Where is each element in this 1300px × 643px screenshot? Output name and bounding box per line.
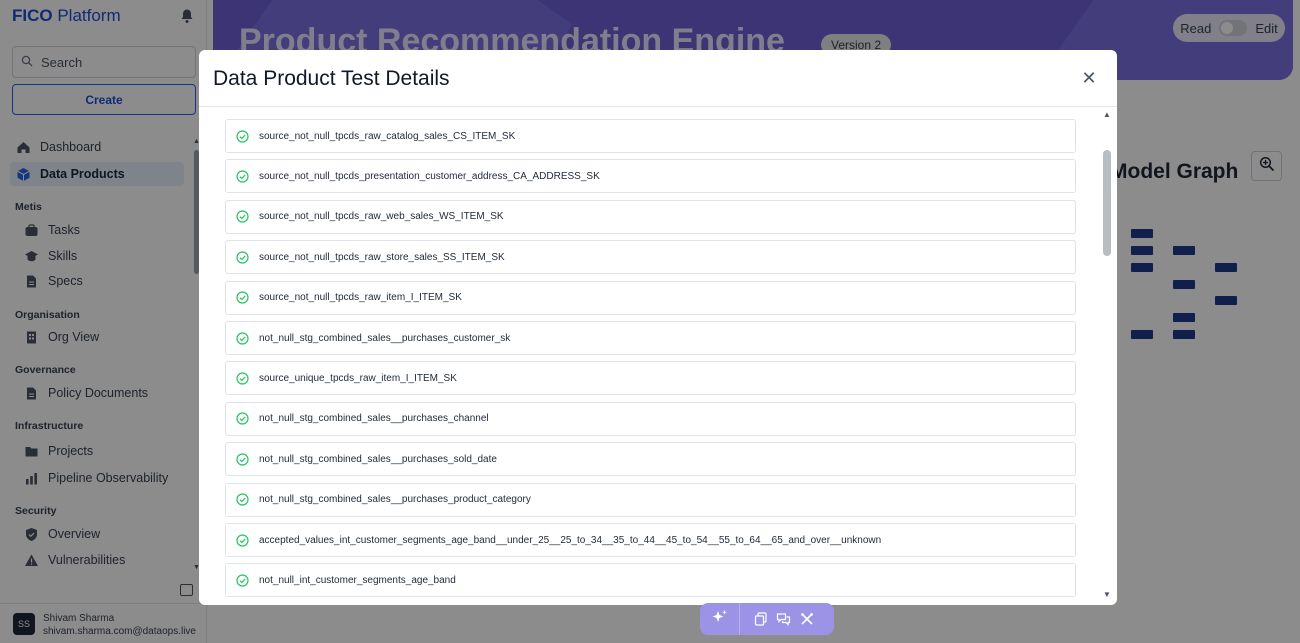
test-row[interactable]: source_not_null_tpcds_raw_web_sales_WS_I… (225, 199, 1076, 234)
ai-assistant-button[interactable] (700, 603, 740, 635)
modal-scroll-up-icon[interactable]: ▲ (1103, 110, 1111, 119)
test-name: source_not_null_tpcds_raw_store_sales_SS… (259, 251, 505, 263)
check-circle-icon (236, 331, 249, 345)
test-row[interactable]: source_not_null_tpcds_presentation_custo… (225, 159, 1076, 194)
test-name: source_not_null_tpcds_presentation_custo… (259, 170, 600, 182)
test-name: accepted_values_int_customer_segments_ag… (259, 534, 882, 546)
test-row[interactable]: not_null_stg_combined_sales__purchases_c… (225, 321, 1076, 355)
close-icon[interactable]: ✕ (1081, 69, 1097, 87)
check-circle-icon (236, 574, 249, 587)
test-row[interactable]: not_null_stg_combined_sales__purchases_s… (225, 442, 1076, 477)
test-row[interactable]: not_null_stg_combined_sales__purchases_p… (225, 482, 1076, 517)
check-circle-icon (236, 453, 249, 466)
test-name: not_null_stg_combined_sales__purchases_p… (259, 494, 531, 506)
test-row[interactable]: not_null_stg_combined_sales__purchases_c… (225, 401, 1076, 436)
test-name: source_not_null_tpcds_raw_web_sales_WS_I… (259, 211, 504, 223)
check-circle-icon (236, 493, 249, 506)
test-name: not_null_stg_combined_sales__purchases_s… (259, 453, 497, 465)
modal-scroll-down-icon[interactable]: ▼ (1103, 590, 1111, 599)
check-circle-icon (236, 372, 249, 385)
chat-icon[interactable] (776, 612, 791, 627)
copy-icon[interactable] (753, 612, 768, 627)
check-circle-icon (236, 291, 249, 304)
test-row[interactable]: not_null_int_customer_segments_age_band (225, 563, 1076, 598)
divider (199, 106, 1117, 107)
check-circle-icon (236, 210, 249, 223)
test-details-modal: Data Product Test Details ✕ source_not_n… (199, 50, 1117, 605)
test-row[interactable]: source_not_null_tpcds_raw_store_sales_SS… (225, 240, 1076, 275)
test-name: not_null_int_customer_segments_age_band (259, 574, 456, 586)
tools-icon[interactable] (799, 612, 814, 627)
check-circle-icon (236, 251, 249, 264)
check-circle-icon (236, 533, 249, 547)
test-name: not_null_stg_combined_sales__purchases_c… (259, 413, 489, 425)
test-name: source_not_null_tpcds_raw_catalog_sales_… (259, 130, 516, 142)
test-row[interactable]: source_unique_tpcds_raw_item_I_ITEM_SK (225, 361, 1076, 396)
check-circle-icon (236, 170, 249, 183)
test-row[interactable]: source_not_null_tpcds_raw_item_I_ITEM_SK (225, 280, 1076, 315)
test-name: source_unique_tpcds_raw_item_I_ITEM_SK (259, 372, 457, 384)
check-circle-icon (236, 129, 249, 143)
test-name: not_null_stg_combined_sales__purchases_c… (259, 332, 511, 344)
modal-title: Data Product Test Details (213, 67, 450, 90)
modal-scrollbar[interactable] (1103, 150, 1111, 256)
test-list: source_not_null_tpcds_raw_catalog_sales_… (225, 110, 1076, 605)
test-row[interactable]: accepted_values_int_customer_segments_ag… (225, 523, 1076, 557)
floating-toolbar (700, 603, 834, 635)
sparkle-icon (712, 609, 728, 630)
test-row[interactable]: source_not_null_tpcds_raw_catalog_sales_… (225, 119, 1076, 153)
check-circle-icon (236, 412, 249, 425)
test-name: source_not_null_tpcds_raw_item_I_ITEM_SK (259, 292, 462, 304)
